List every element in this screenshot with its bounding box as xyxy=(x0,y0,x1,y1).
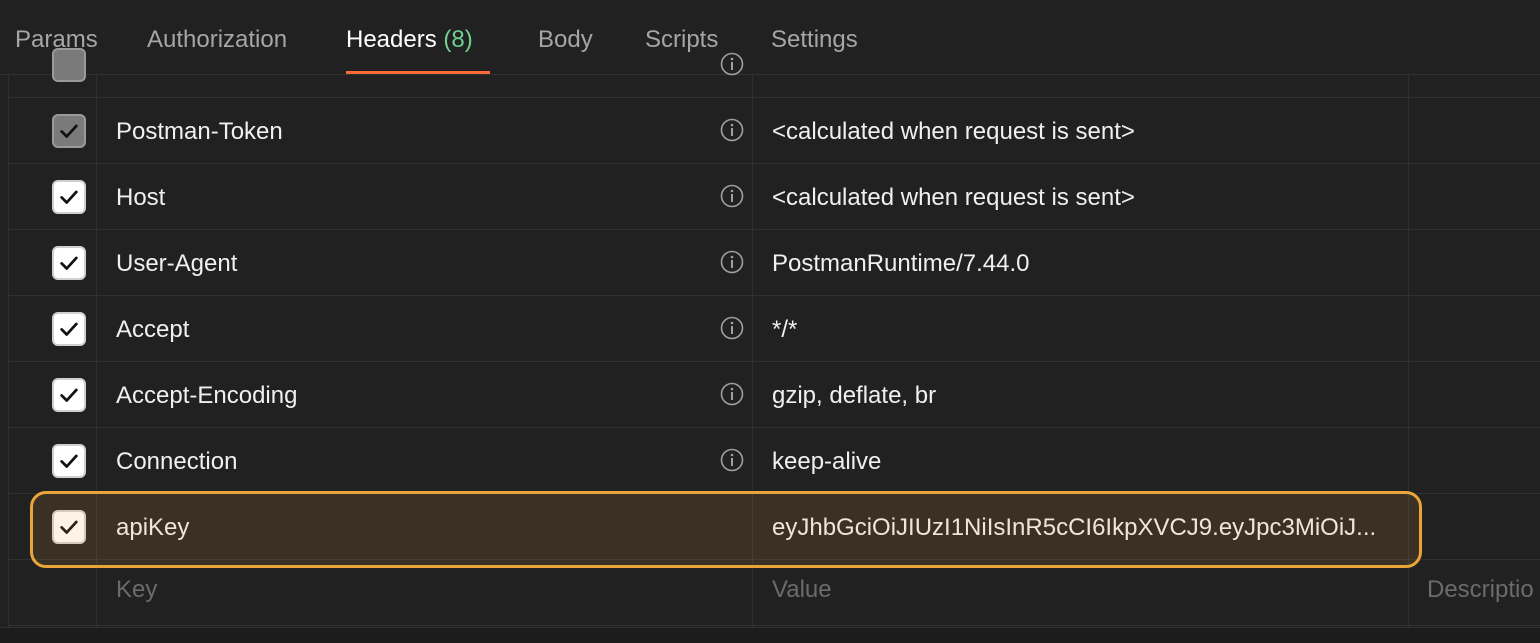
header-key[interactable]: Accept xyxy=(116,316,189,344)
table-row: Postman-Token <calculated when request is… xyxy=(8,98,1540,164)
info-circle-icon[interactable] xyxy=(720,118,744,142)
table-row: Accept */* xyxy=(8,296,1540,362)
header-key[interactable]: Accept-Encoding xyxy=(116,382,297,410)
header-checkbox[interactable] xyxy=(52,444,86,478)
header-value[interactable]: keep-alive xyxy=(772,448,881,476)
header-value[interactable]: PostmanRuntime/7.44.0 xyxy=(772,250,1029,278)
check-icon xyxy=(60,190,78,204)
new-value-input[interactable]: Value xyxy=(772,576,832,604)
info-circle-icon[interactable] xyxy=(720,52,744,76)
check-icon xyxy=(60,454,78,468)
header-value[interactable]: <calculated when request is sent> xyxy=(772,184,1135,212)
header-checkbox[interactable] xyxy=(52,312,86,346)
header-key[interactable]: Postman-Token xyxy=(116,118,283,146)
info-circle-icon[interactable] xyxy=(720,316,744,340)
table-row: Host <calculated when request is sent> xyxy=(8,164,1540,230)
header-checkbox[interactable] xyxy=(52,48,86,82)
info-circle-icon[interactable] xyxy=(720,250,744,274)
header-key[interactable]: Connection xyxy=(116,448,237,476)
new-description-input[interactable]: Descriptio xyxy=(1427,576,1534,604)
header-checkbox[interactable] xyxy=(52,114,86,148)
info-circle-icon[interactable] xyxy=(720,382,744,406)
check-icon xyxy=(60,256,78,270)
info-circle-icon[interactable] xyxy=(720,448,744,472)
table-row: Connection keep-alive xyxy=(8,428,1540,494)
check-icon xyxy=(60,124,78,138)
header-key[interactable]: Host xyxy=(116,184,165,212)
table-row-partial xyxy=(8,32,1540,98)
table-row: Accept-Encoding gzip, deflate, br xyxy=(8,362,1540,428)
header-value[interactable]: <calculated when request is sent> xyxy=(772,118,1135,146)
check-icon xyxy=(60,388,78,402)
new-key-input[interactable]: Key xyxy=(116,576,157,604)
check-icon xyxy=(60,322,78,336)
header-checkbox[interactable] xyxy=(52,246,86,280)
info-circle-icon[interactable] xyxy=(720,184,744,208)
header-value[interactable]: gzip, deflate, br xyxy=(772,382,936,410)
table-row: User-Agent PostmanRuntime/7.44.0 xyxy=(8,230,1540,296)
panel-bottom-edge xyxy=(0,627,1540,643)
header-checkbox[interactable] xyxy=(52,180,86,214)
header-checkbox[interactable] xyxy=(52,378,86,412)
new-header-row: Key Value Descriptio xyxy=(8,560,1540,626)
header-value[interactable]: */* xyxy=(772,316,797,344)
highlighted-row-outline xyxy=(30,491,1422,568)
header-key[interactable]: User-Agent xyxy=(116,250,237,278)
